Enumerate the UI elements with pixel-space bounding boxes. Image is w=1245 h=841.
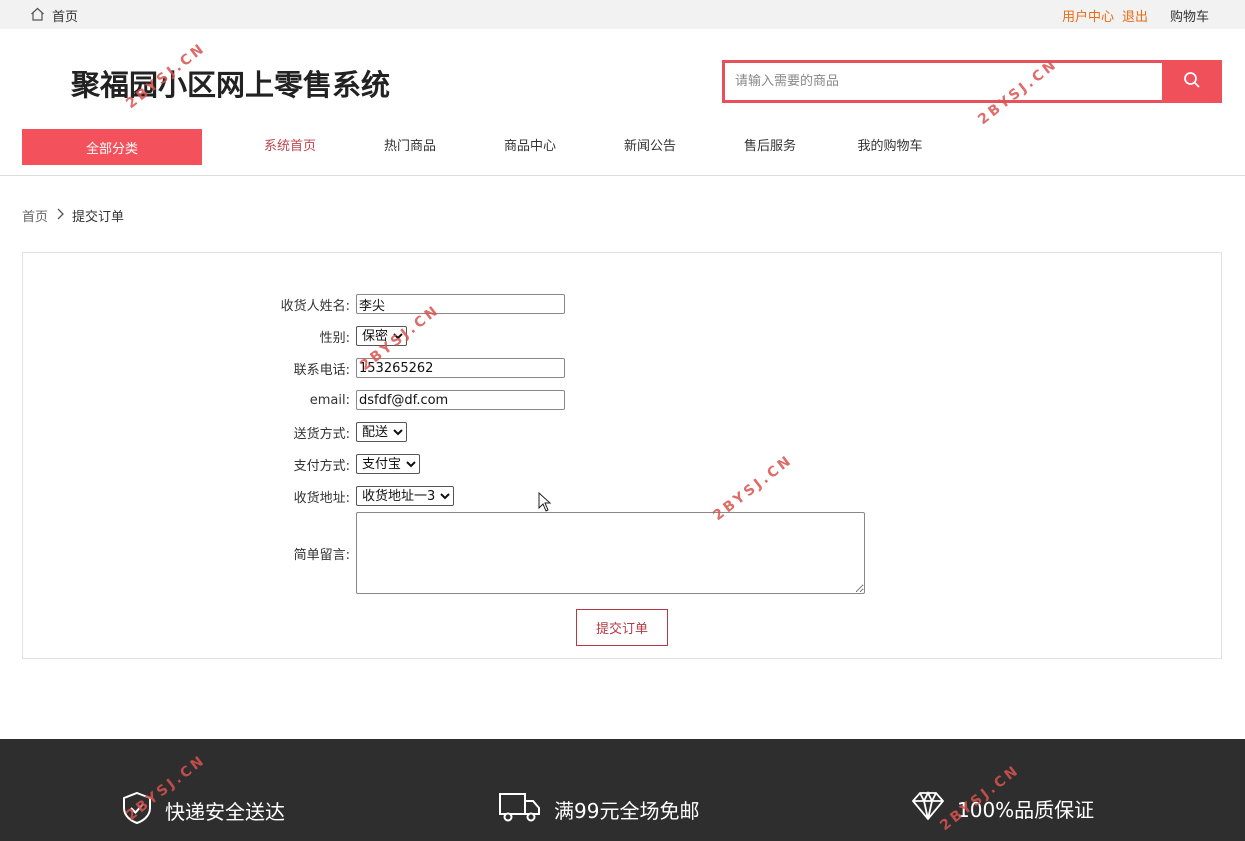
email-field[interactable] (356, 390, 565, 410)
breadcrumb-home[interactable]: 首页 (22, 206, 48, 225)
message-textarea[interactable] (356, 512, 865, 594)
chevron-right-icon (56, 208, 64, 224)
order-form: 收货人姓名: 性别: 保密 联系电话: email: 送货方式: 配送 支付方式… (22, 252, 1222, 659)
payment-select[interactable]: 支付宝 (356, 454, 420, 474)
name-field[interactable] (356, 294, 565, 314)
home-icon (30, 7, 45, 25)
footer-feature-label: 满99元全场免邮 (554, 799, 700, 823)
logout-link[interactable]: 退出 (1122, 6, 1148, 25)
form-row-delivery: 送货方式: 配送 (23, 422, 407, 442)
email-label: email: (309, 392, 350, 408)
message-label: 简单留言: (293, 547, 350, 563)
search-icon (1183, 71, 1201, 93)
delivery-label: 送货方式: (293, 426, 350, 442)
phone-field[interactable] (356, 358, 565, 378)
form-row-message: 简单留言: (23, 512, 865, 594)
address-select[interactable]: 收货地址一3 (356, 486, 454, 506)
nav-item-hot-products[interactable]: 热门商品 (350, 129, 470, 165)
nav-item-my-cart[interactable]: 我的购物车 (830, 129, 950, 165)
top-bar: 首页 用户中心 退出 购物车 (0, 0, 1245, 29)
nav-item-news[interactable]: 新闻公告 (590, 129, 710, 165)
nav-item-home[interactable]: 系统首页 (230, 129, 350, 165)
address-label: 收货地址: (293, 490, 350, 506)
site-title[interactable]: 聚福园小区网上零售系统 (71, 62, 390, 104)
nav-item-after-sales[interactable]: 售后服务 (710, 129, 830, 165)
top-home-link[interactable]: 首页 (30, 6, 78, 25)
breadcrumb-current: 提交订单 (72, 210, 125, 225)
form-row-email: email: (23, 390, 565, 410)
mouse-cursor-icon (538, 491, 552, 516)
footer-feature-label: 快递安全送达 (165, 800, 285, 824)
search-bar (722, 60, 1222, 103)
breadcrumb: 首页 提交订单 (22, 206, 124, 225)
top-home-label: 首页 (52, 10, 79, 25)
phone-label: 联系电话: (293, 362, 350, 378)
search-button[interactable] (1162, 60, 1222, 103)
cart-link[interactable]: 购物车 (1170, 6, 1209, 25)
form-row-gender: 性别: 保密 (23, 326, 407, 346)
footer: 快递安全送达 满99元全场免邮 100%品质保证 (0, 739, 1245, 841)
nav-divider (0, 175, 1245, 176)
form-row-phone: 联系电话: (23, 358, 565, 378)
form-row-payment: 支付方式: 支付宝 (23, 454, 420, 474)
main-nav: 系统首页 热门商品 商品中心 新闻公告 售后服务 我的购物车 (230, 129, 950, 165)
submit-order-button[interactable]: 提交订单 (576, 609, 668, 646)
all-categories-button[interactable]: 全部分类 (22, 129, 202, 165)
truck-icon (498, 791, 542, 828)
user-center-link[interactable]: 用户中心 (1062, 6, 1114, 25)
form-row-address: 收货地址: 收货地址一3 (23, 486, 454, 506)
name-label: 收货人姓名: (280, 298, 350, 314)
nav-item-product-center[interactable]: 商品中心 (470, 129, 590, 165)
footer-feature-shipping: 满99元全场免邮 (498, 791, 699, 828)
payment-label: 支付方式: (293, 458, 350, 474)
search-input[interactable] (725, 63, 1162, 100)
gender-label: 性别: (319, 330, 350, 346)
delivery-select[interactable]: 配送 (356, 422, 407, 442)
form-row-name: 收货人姓名: (23, 294, 565, 314)
